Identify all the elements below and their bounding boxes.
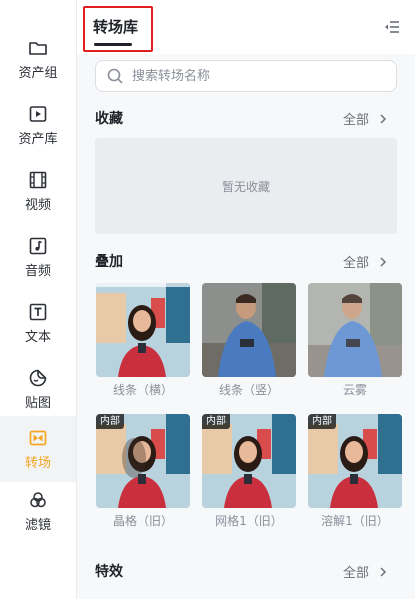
- thumbnail-image: [308, 283, 402, 377]
- card-label: 云雾: [342, 383, 367, 397]
- transition-card[interactable]: 云雾: [308, 283, 402, 398]
- view-all-label: 全部: [342, 113, 369, 128]
- search-icon: [107, 68, 123, 84]
- transition-library-panel: 转场库 收藏 全部 暂无收藏 叠加 全部: [77, 0, 415, 599]
- nav-label: 滤镜: [24, 517, 51, 533]
- effects-section-title: 特效: [95, 564, 123, 580]
- card-label: 线条（竖）: [218, 383, 279, 397]
- nav-item-asset-group[interactable]: 资产组: [0, 26, 76, 92]
- badge-internal: 内部: [202, 414, 230, 429]
- empty-text: 暂无收藏: [221, 179, 270, 194]
- nav-item-audio[interactable]: 音频: [0, 224, 76, 290]
- nav-item-filter[interactable]: 滤镜: [0, 478, 76, 544]
- tab-underline: [94, 43, 132, 46]
- transition-thumbnail: 内部: [202, 414, 296, 508]
- left-nav-rail: 资产组 资产库 视频 音频 文本 贴图 转场 滤镜: [0, 0, 77, 599]
- transition-icon: [29, 430, 47, 445]
- favorites-view-all[interactable]: 全部: [343, 109, 389, 128]
- transition-thumbnail: [202, 283, 296, 377]
- chevron-right-icon: [380, 113, 387, 124]
- music-note-icon: [29, 237, 47, 254]
- card-label: 溶解1（旧）: [321, 514, 389, 528]
- search-box: [95, 60, 397, 92]
- favorites-section-title: 收藏: [95, 111, 123, 127]
- transition-card[interactable]: 内部 溶解1（旧）: [308, 414, 402, 529]
- transition-thumbnail: 内部: [308, 414, 402, 508]
- nav-label: 转场: [24, 455, 51, 471]
- nav-item-transition[interactable]: 转场: [0, 416, 76, 482]
- nav-label: 贴图: [24, 395, 51, 411]
- transition-card[interactable]: 内部 网格1（旧）: [202, 414, 296, 529]
- transition-thumbnail: [308, 283, 402, 377]
- favorites-empty-state: 暂无收藏: [95, 138, 397, 234]
- nav-item-sticker[interactable]: 贴图: [0, 356, 76, 422]
- view-all-label: 全部: [342, 566, 369, 581]
- nav-label: 文本: [24, 329, 51, 345]
- nav-label: 音频: [24, 263, 51, 279]
- thumbnail-image: [96, 283, 190, 377]
- folder-icon: [29, 41, 47, 55]
- transition-thumbnail: [96, 283, 190, 377]
- transition-card[interactable]: 线条（竖）: [202, 283, 296, 398]
- card-label: 线条（横）: [112, 383, 173, 397]
- badge-internal: 内部: [96, 414, 124, 429]
- transition-card[interactable]: 内部 晶格（旧）: [96, 414, 190, 529]
- card-label: 网格1（旧）: [215, 514, 283, 528]
- effects-view-all[interactable]: 全部: [343, 562, 389, 581]
- overlay-view-all[interactable]: 全部: [343, 252, 389, 271]
- nav-label: 资产组: [18, 65, 58, 81]
- transition-card[interactable]: 线条（横）: [96, 283, 190, 398]
- panel-title: 转场库: [93, 18, 139, 36]
- overlay-section-title: 叠加: [95, 254, 123, 270]
- panel-header: 转场库: [77, 0, 415, 54]
- card-label: 晶格（旧）: [112, 514, 173, 528]
- film-icon: [29, 171, 47, 188]
- text-t-icon: [29, 303, 47, 320]
- nav-label: 资产库: [18, 131, 58, 147]
- play-box-icon: [29, 105, 47, 122]
- nav-item-video[interactable]: 视频: [0, 158, 76, 224]
- collapse-panel-icon[interactable]: [383, 18, 401, 36]
- nav-item-text[interactable]: 文本: [0, 290, 76, 356]
- chevron-right-icon: [380, 256, 387, 267]
- sticker-icon: [29, 369, 47, 386]
- chevron-right-icon: [380, 566, 387, 577]
- transition-thumbnail: 内部: [96, 414, 190, 508]
- badge-internal: 内部: [308, 414, 336, 429]
- search-input[interactable]: [130, 67, 396, 85]
- nav-item-asset-library[interactable]: 资产库: [0, 92, 76, 158]
- filter-circles-icon: [30, 491, 46, 507]
- view-all-label: 全部: [342, 256, 369, 271]
- nav-label: 视频: [24, 197, 51, 213]
- thumbnail-image: [202, 283, 296, 377]
